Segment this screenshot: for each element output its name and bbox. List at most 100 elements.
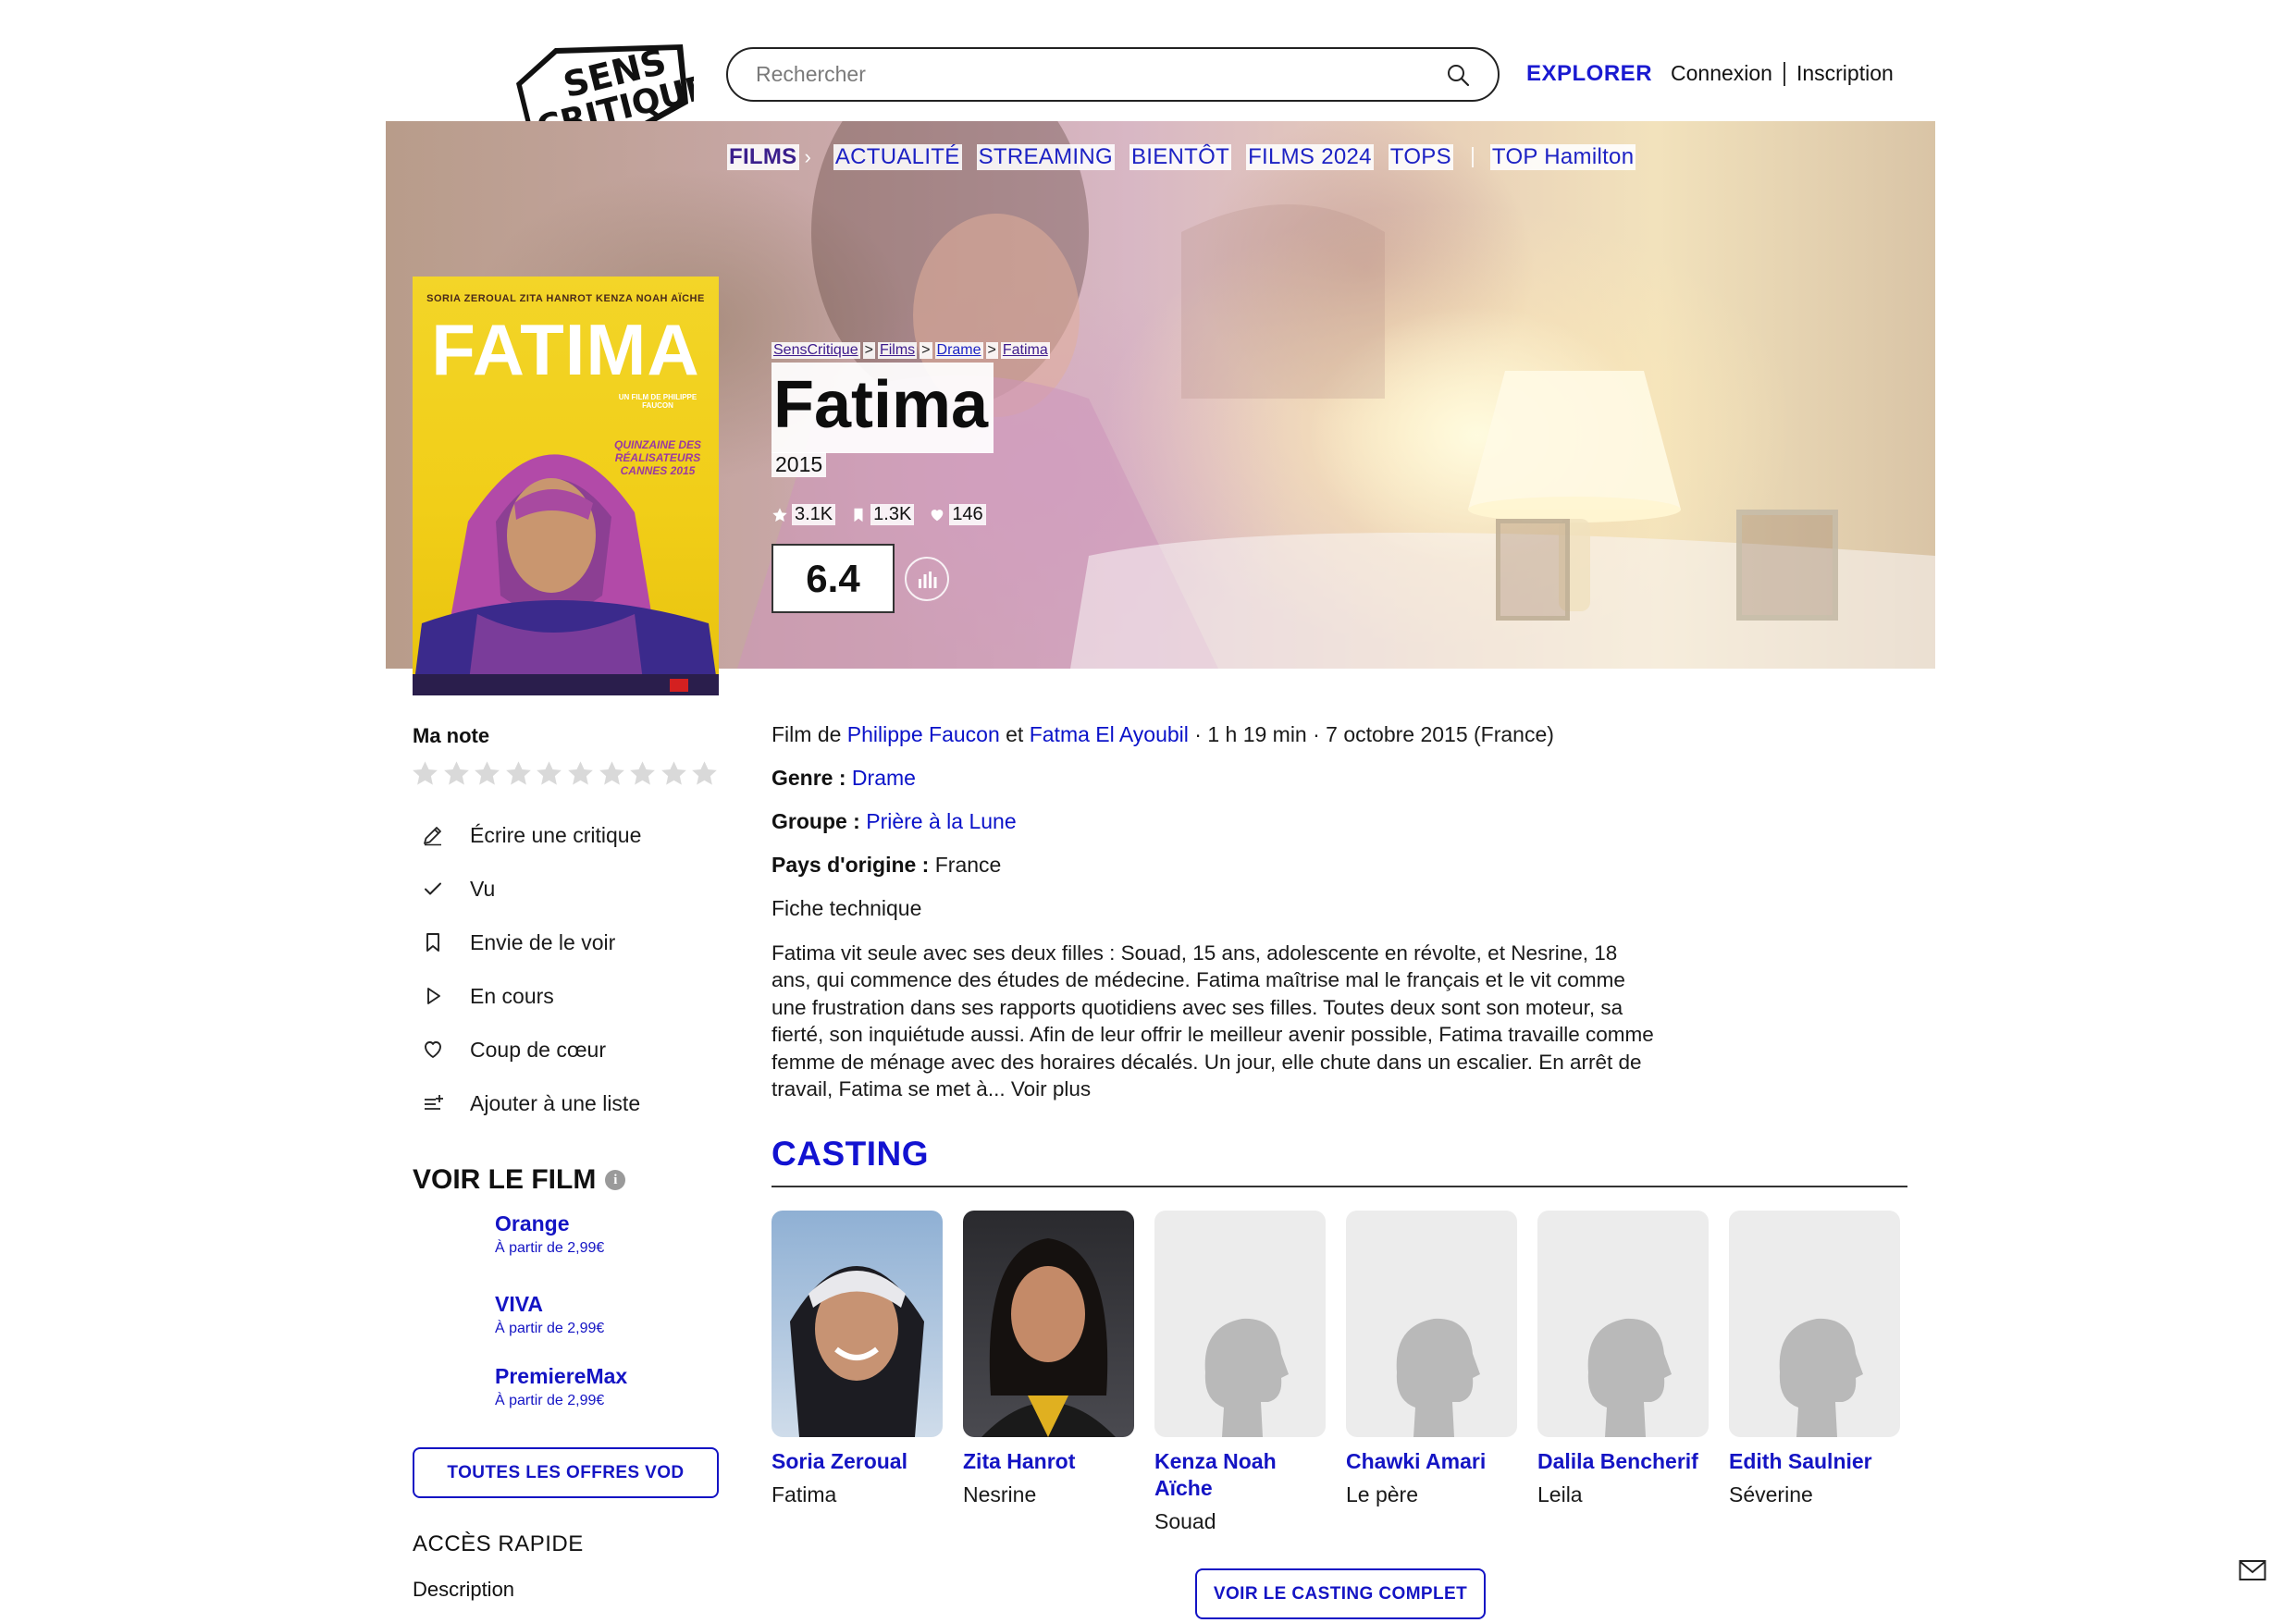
action-in-progress[interactable]: En cours <box>420 983 554 1009</box>
rating-star-icon[interactable] <box>535 759 563 788</box>
action-label: Ajouter à une liste <box>470 1090 641 1115</box>
group-label: Groupe : <box>772 809 860 833</box>
rating-star-icon[interactable] <box>442 759 471 788</box>
rating-star-icon[interactable] <box>628 759 657 788</box>
search-input[interactable] <box>756 62 1446 87</box>
actor-name[interactable]: Kenza Noah Aïche <box>1154 1448 1326 1502</box>
photo-frame-decor <box>1496 519 1570 621</box>
actor-photo <box>963 1211 1134 1437</box>
vod-offer-viva[interactable]: VIVA À partir de 2,99€ <box>495 1292 604 1337</box>
director-link[interactable]: Philippe Faucon <box>847 722 1000 746</box>
rating-star-icon[interactable] <box>598 759 626 788</box>
heart-icon <box>932 509 944 521</box>
vod-price: À partir de 2,99€ <box>495 1240 605 1256</box>
action-label: En cours <box>470 983 554 1008</box>
action-favorite[interactable]: Coup de cœur <box>420 1037 606 1063</box>
cast-card[interactable]: Zita Hanrot Nesrine <box>963 1211 1134 1507</box>
film-meta: · 1 h 19 min · 7 octobre 2015 (France) <box>1194 722 1554 746</box>
film-poster[interactable]: SORIA ZEROUAL ZITA HANROT KENZA NOAH AÏC… <box>413 277 719 695</box>
main-nav: FILMS › ACTUALITÉ STREAMING BIENTÔT FILM… <box>727 144 1650 170</box>
signup-link[interactable]: Inscription <box>1796 61 1894 86</box>
search-icon[interactable] <box>1446 63 1470 87</box>
chevron-right-icon: › <box>804 145 811 168</box>
cast-card[interactable]: Edith Saulnier Séverine <box>1729 1211 1900 1507</box>
rating-star-icon[interactable] <box>690 759 719 788</box>
genre-link[interactable]: Drame <box>852 766 916 790</box>
action-label: Envie de le voir <box>470 929 616 954</box>
director-link[interactable]: Fatma El Ayoubil <box>1030 722 1189 746</box>
info-icon[interactable]: i <box>605 1170 626 1190</box>
full-cast-button[interactable]: VOIR LE CASTING COMPLET <box>1195 1568 1486 1619</box>
quick-access-description-link[interactable]: Description <box>413 1578 514 1602</box>
genre-line: Genre : Drame <box>772 766 916 791</box>
watch-film-label: VOIR LE FILM <box>413 1164 597 1195</box>
actor-photo-placeholder <box>1729 1211 1900 1437</box>
action-label: Écrire une critique <box>470 822 642 847</box>
nav-streaming[interactable]: STREAMING <box>976 144 1115 170</box>
actor-name[interactable]: Chawki Amari <box>1346 1448 1517 1475</box>
login-link[interactable]: Connexion <box>1671 61 1772 86</box>
score-distribution-button[interactable] <box>905 557 949 601</box>
heart-icon <box>420 1037 446 1063</box>
ratings-count: 3.1K <box>772 504 836 525</box>
rating-star-icon[interactable] <box>660 759 688 788</box>
ratings-count-value: 3.1K <box>792 504 836 525</box>
actor-photo-art <box>981 1238 1116 1437</box>
cast-card[interactable]: Soria Zeroual Fatima <box>772 1211 943 1507</box>
cast-card[interactable]: Chawki Amari Le père <box>1346 1211 1517 1507</box>
action-wishlist[interactable]: Envie de le voir <box>420 929 615 955</box>
star-icon <box>772 507 787 522</box>
tech-sheet-link[interactable]: Fiche technique <box>772 896 921 921</box>
rating-star-icon[interactable] <box>411 759 439 788</box>
nav-separator <box>1471 147 1474 167</box>
action-add-to-list[interactable]: Ajouter à une liste <box>420 1090 640 1116</box>
rating-star-icon[interactable] <box>566 759 595 788</box>
breadcrumb-films[interactable]: Films <box>877 342 918 359</box>
search-bar[interactable] <box>726 47 1500 102</box>
breadcrumb-genre[interactable]: Drame <box>934 342 983 359</box>
cast-card[interactable]: Dalila Bencherif Leila <box>1537 1211 1709 1507</box>
rating-star-icon[interactable] <box>473 759 501 788</box>
nav-tops[interactable]: TOPS <box>1388 144 1453 170</box>
film-score: 6.4 <box>772 544 895 613</box>
action-seen[interactable]: Vu <box>420 876 495 902</box>
wishlist-count: 1.3K <box>850 504 915 525</box>
actor-name[interactable]: Dalila Bencherif <box>1537 1448 1709 1475</box>
action-write-review[interactable]: Écrire une critique <box>420 822 641 848</box>
nav-actualite[interactable]: ACTUALITÉ <box>833 144 962 170</box>
my-rating-label: Ma note <box>413 724 490 747</box>
breadcrumb: SensCritique > Films > Drame > Fatima <box>772 342 1050 359</box>
actor-name[interactable]: Edith Saulnier <box>1729 1448 1900 1475</box>
nav-top-hamilton[interactable]: TOP Hamilton <box>1489 144 1636 170</box>
nav-films-2024[interactable]: FILMS 2024 <box>1246 144 1374 170</box>
vod-offer-orange[interactable]: Orange À partir de 2,99€ <box>495 1211 604 1257</box>
lamp-illustration <box>1468 371 1681 611</box>
person-silhouette-icon <box>1396 1318 1480 1437</box>
vod-offer-premieremax[interactable]: PremiereMax À partir de 2,99€ <box>495 1364 627 1409</box>
breadcrumb-separator: > <box>862 342 875 359</box>
auth-links: Connexion Inscription <box>1671 61 1894 86</box>
read-more-link[interactable]: Voir plus <box>1011 1077 1091 1100</box>
explorer-link[interactable]: EXPLORER <box>1526 61 1652 87</box>
breadcrumb-home[interactable]: SensCritique <box>772 342 860 359</box>
poster-credits: SORIA ZEROUAL ZITA HANROT KENZA NOAH AÏC… <box>426 293 705 304</box>
actor-name[interactable]: Soria Zeroual <box>772 1448 943 1475</box>
mail-icon[interactable] <box>2239 1559 2266 1581</box>
quick-access-title: ACCÈS RAPIDE <box>413 1531 584 1556</box>
person-silhouette-icon <box>1779 1318 1863 1437</box>
breadcrumb-current[interactable]: Fatima <box>1000 342 1050 359</box>
all-vod-offers-button[interactable]: TOUTES LES OFFRES VOD <box>413 1447 719 1498</box>
group-link[interactable]: Prière à la Lune <box>866 809 1016 833</box>
nav-films[interactable]: FILMS <box>727 144 799 170</box>
rating-stars[interactable] <box>411 759 722 788</box>
rating-star-icon[interactable] <box>504 759 533 788</box>
cast-card[interactable]: Kenza Noah Aïche Souad <box>1154 1211 1326 1534</box>
actor-photo-placeholder <box>1537 1211 1709 1437</box>
nav-bientot[interactable]: BIENTÔT <box>1129 144 1232 170</box>
country-value: France <box>934 853 1002 877</box>
actor-name[interactable]: Zita Hanrot <box>963 1448 1134 1475</box>
and-label: et <box>1006 722 1024 746</box>
actor-role: Nesrine <box>963 1482 1037 1506</box>
vod-provider-name: PremiereMax <box>495 1364 628 1388</box>
vod-provider-name: VIVA <box>495 1292 543 1316</box>
